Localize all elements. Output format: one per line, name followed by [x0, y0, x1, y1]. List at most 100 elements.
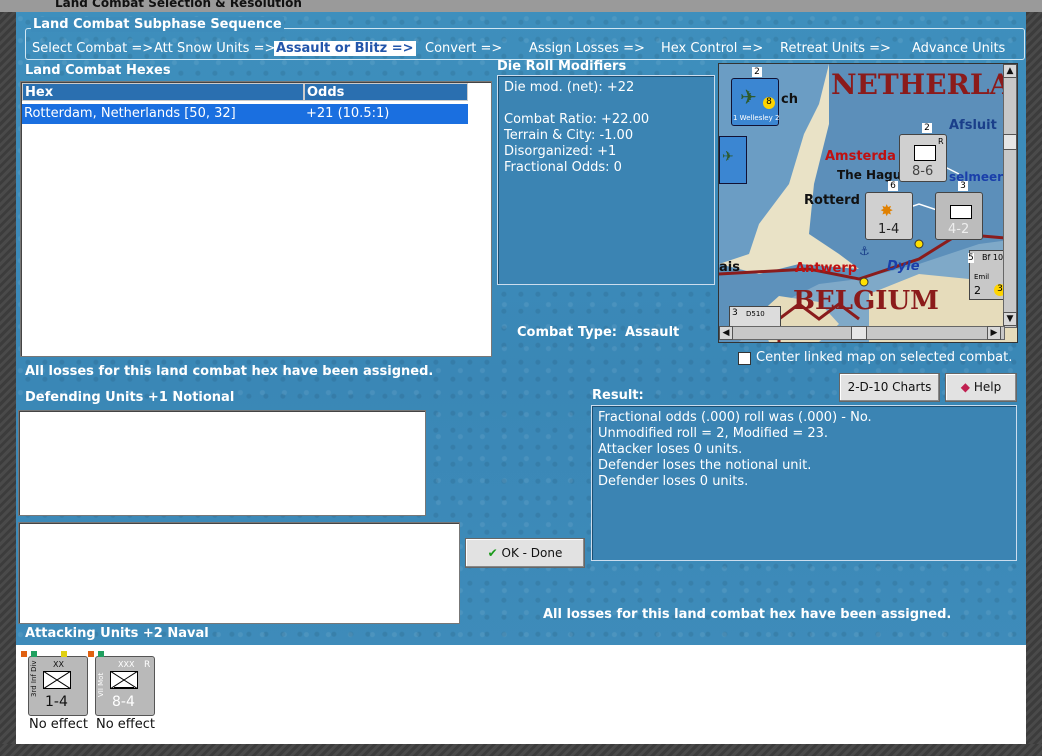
artillery-icon [950, 205, 972, 219]
scroll-up-icon[interactable]: ▲ [1003, 64, 1017, 78]
unit-value: 8-6 [912, 164, 934, 179]
map-counter-nl-corps[interactable]: 2 R 8-6 [899, 123, 947, 182]
modifiers-title: Die Roll Modifiers [497, 59, 627, 74]
combat-type-value: Assault [625, 325, 680, 340]
result-line-1: Fractional odds (.000) roll was (.000) -… [598, 410, 872, 425]
hexes-title: Land Combat Hexes [25, 63, 171, 78]
seq-step-convert[interactable]: Convert => [425, 41, 502, 56]
linked-map[interactable]: NETHERLA BELGIUM Amsterda The Hagu Rotte… [718, 63, 1018, 343]
motorized-infantry-icon [109, 670, 139, 690]
defending-units-box [18, 410, 426, 516]
seq-step-advance-units[interactable]: Advance Units [912, 41, 1005, 56]
map-counter-wellesley[interactable]: 2 ✈ 8 1 Wellesley 2 [731, 67, 779, 126]
charts-button[interactable]: 2-D-10 Charts [839, 373, 940, 402]
unit-value: 1-4 [878, 222, 900, 237]
infantry-icon [914, 145, 936, 161]
unit-size: XXX [118, 660, 135, 669]
seq-step-assign-losses[interactable]: Assign Losses => [529, 41, 645, 56]
seq-step-assault-or-blitz[interactable]: Assault or Blitz => [274, 41, 416, 56]
window-titlebar[interactable]: Land Combat Selection & Resolution [0, 0, 1042, 12]
unit-value: 8-4 [112, 694, 135, 710]
stack-count: 5 [968, 253, 974, 263]
checkmark-icon: ✔ [487, 546, 498, 560]
center-map-label: Center linked map on selected combat. [756, 350, 1013, 365]
status-dot-green [31, 651, 37, 657]
help-button[interactable]: ◆ Help [945, 373, 1017, 402]
window-frame-left [0, 12, 16, 756]
table-row[interactable]: Rotterdam, Netherlands [50, 32] +21 (10.… [22, 104, 468, 124]
seq-step-att-snow-units[interactable]: Att Snow Units => [154, 41, 275, 56]
sequence-title: Land Combat Subphase Sequence [31, 17, 284, 32]
status-dot-orange [88, 651, 94, 657]
map-counter-partial-air[interactable]: ✈ [719, 136, 747, 184]
unit-name: 3rd Inf Div [30, 660, 38, 697]
unit-name: VII Mot [97, 672, 105, 697]
scroll-down-icon[interactable]: ▼ [1003, 312, 1017, 326]
unit-sub: Emil [974, 273, 990, 281]
map-label-netherlands: NETHERLA [831, 68, 1012, 101]
aircraft-icon: ✈ [740, 85, 757, 109]
status-dot-orange [21, 651, 27, 657]
window-frame-bottom [0, 744, 1042, 756]
status-message-bottom: All losses for this land combat hex have… [543, 607, 952, 622]
map-counter-inf[interactable]: 6 ✸ 1-4 [865, 181, 913, 240]
map-label-ch: ch [781, 92, 798, 107]
unit-name: Bf 10 [982, 253, 1004, 262]
reserve-tag: R [938, 137, 944, 146]
odds-cell: +21 (10.5:1) [306, 106, 390, 121]
stack-count: 2 [922, 123, 932, 133]
defending-title: Defending Units +1 Notional [25, 390, 235, 405]
result-line-3: Attacker loses 0 units. [598, 442, 743, 457]
unit-effect: No effect [29, 717, 89, 732]
hexes-col-hex[interactable]: Hex [22, 83, 304, 101]
unit-value: 1-4 [45, 694, 68, 710]
status-dot-yellow [61, 651, 67, 657]
result-title: Result: [592, 388, 644, 403]
hexes-col-odds[interactable]: Odds [304, 83, 468, 101]
map-vertical-scrollbar[interactable] [1003, 64, 1017, 328]
unit-effect: No effect [96, 717, 156, 732]
map-vertical-thumb[interactable] [1003, 134, 1017, 150]
result-box: Fractional odds (.000) roll was (.000) -… [591, 405, 1017, 561]
attacking-unit-vii-mot[interactable]: VII Mot XXX R 8-4 [88, 651, 155, 716]
modifier-terrain: Terrain & City: -1.00 [504, 128, 634, 143]
result-line-4: Defender loses the notional unit. [598, 458, 812, 473]
result-line-5: Defender loses 0 units. [598, 474, 749, 489]
map-label-amsterdam: Amsterda [825, 149, 896, 164]
ok-done-button[interactable]: ✔ OK - Done [465, 538, 585, 568]
stack-count: 3 [732, 308, 738, 318]
modifier-fractional: Fractional Odds: 0 [504, 160, 622, 175]
result-line-2: Unmodified roll = 2, Modified = 23. [598, 426, 829, 441]
map-label-dyle: Dyle [887, 259, 920, 274]
map-label-rotterdam: Rotterd [804, 193, 860, 208]
map-label-belgium: BELGIUM [793, 286, 939, 316]
map-horizontal-thumb[interactable] [851, 326, 867, 340]
infantry-icon [42, 670, 72, 690]
scroll-right-icon[interactable]: ▶ [987, 326, 1001, 340]
modifier-disorganized: Disorganized: +1 [504, 144, 617, 159]
map-label-antwerp: Antwerp [795, 261, 858, 276]
attacking-units-panel [16, 645, 1026, 744]
seq-step-select-combat[interactable]: Select Combat => [32, 41, 153, 56]
status-dot-green [98, 651, 104, 657]
unit-name: D510 [746, 310, 765, 318]
ok-done-label: OK - Done [501, 546, 563, 560]
unit-size: XX [53, 660, 64, 669]
air-strength: 8 [763, 97, 775, 109]
center-map-checkbox[interactable] [738, 352, 751, 365]
reserve-tag: R [144, 660, 151, 670]
map-label-afsluit: Afsluit [949, 118, 997, 133]
scroll-left-icon[interactable]: ◀ [719, 326, 733, 340]
modifiers-box: Die mod. (net): +22 Combat Ratio: +22.00… [497, 75, 715, 285]
stack-count: 3 [958, 181, 968, 191]
stack-count: 2 [752, 67, 762, 77]
help-book-icon: ◆ [960, 380, 971, 394]
attacking-title: Attacking Units +2 Naval [25, 626, 209, 641]
map-counter-german[interactable]: 3 4-2 [935, 181, 983, 240]
seq-step-retreat-units[interactable]: Retreat Units => [780, 41, 891, 56]
modifier-combat-ratio: Combat Ratio: +22.00 [504, 112, 650, 127]
attacking-unit-3rd-inf-div[interactable]: 3rd Inf Div XX 1-4 [21, 651, 88, 716]
aircraft-icon: ✈ [722, 149, 734, 165]
window-title: Land Combat Selection & Resolution [55, 0, 302, 10]
seq-step-hex-control[interactable]: Hex Control => [661, 41, 763, 56]
